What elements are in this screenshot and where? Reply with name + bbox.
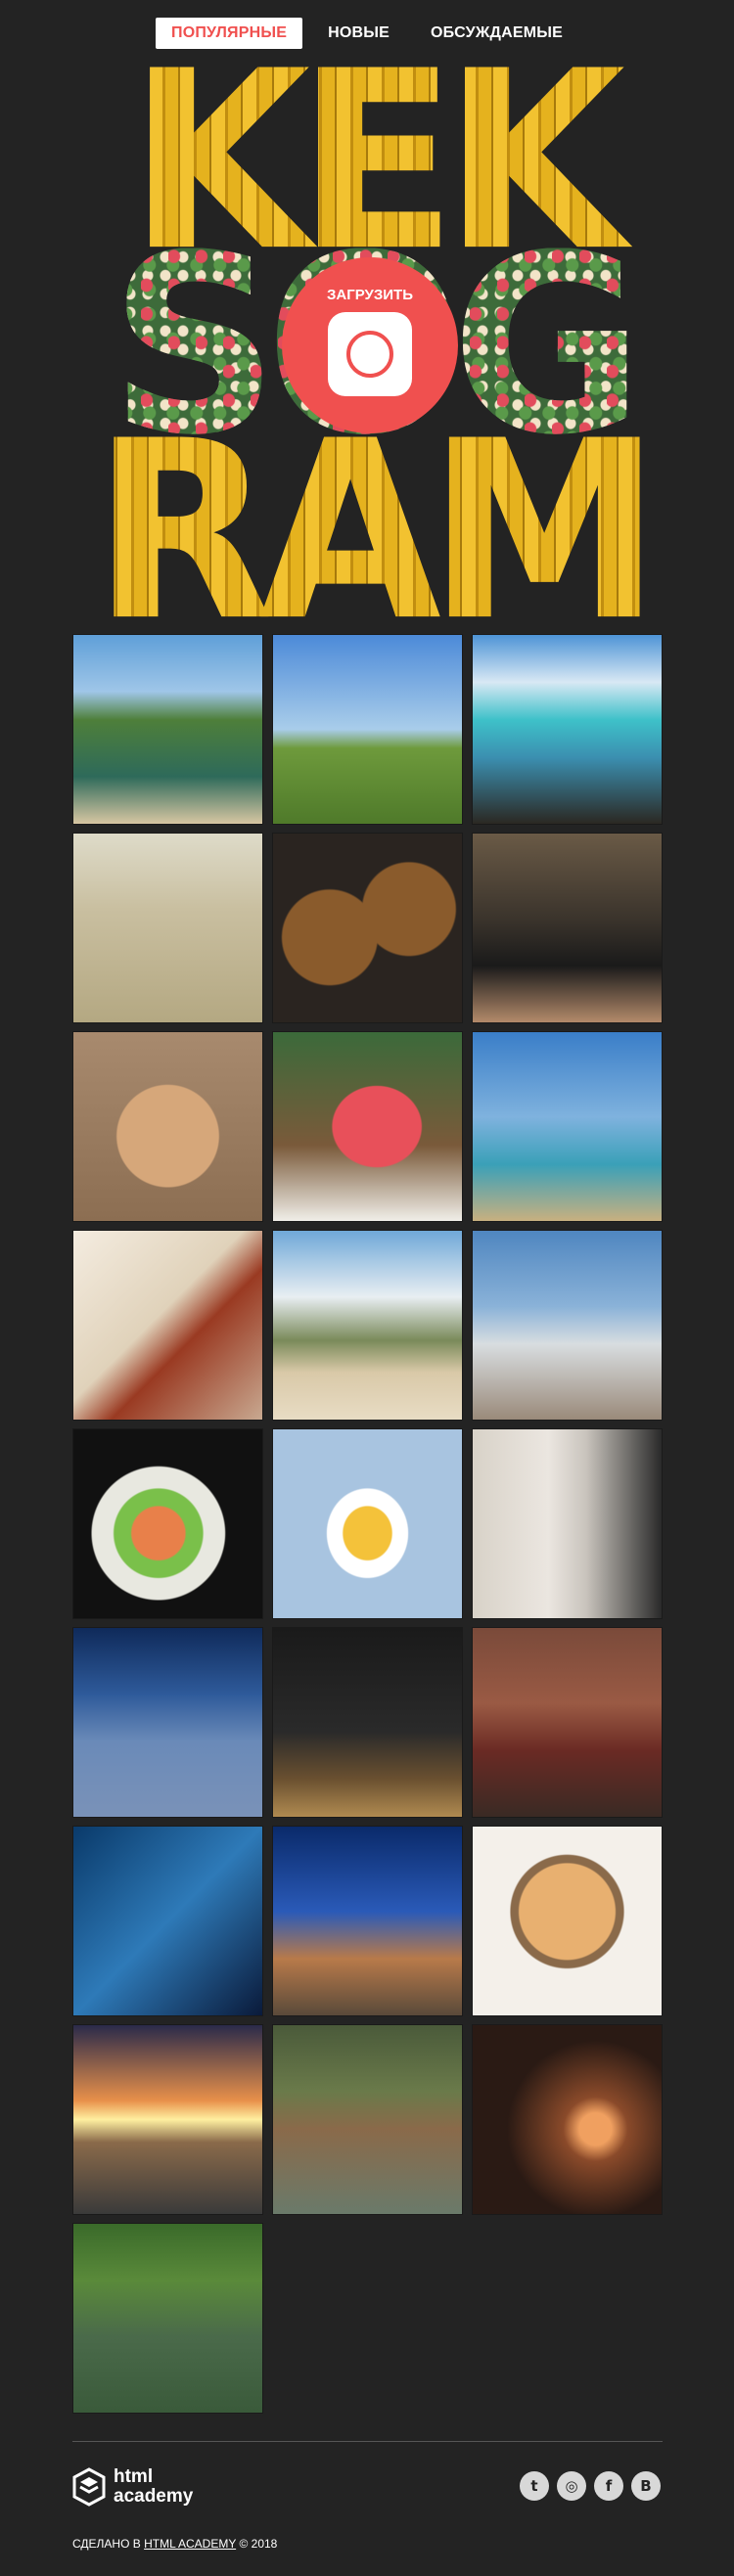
photo-sunset-sea[interactable] [72,2024,263,2215]
photo-girl-airplane[interactable] [472,1031,663,1222]
photo-dunes-path[interactable] [272,1230,463,1421]
camera-icon [328,312,412,396]
vk-icon[interactable]: B [631,2471,661,2501]
instagram-icon[interactable]: ◎ [557,2471,586,2501]
photo-sushi-cat[interactable] [272,1428,463,1619]
photo-robot-slippers[interactable] [472,1428,663,1619]
photo-girl-camera[interactable] [72,833,263,1023]
photo-lake-park[interactable] [72,634,263,825]
photo-palm-trees-night[interactable] [272,1826,463,2016]
copyright: Сделано в HTML Academy © 2018 [72,2537,277,2551]
filters-nav: Популярные Новые Обсуждаемые [0,18,734,49]
copyright-year: © 2018 [239,2537,278,2551]
logo-line-3: RAM [86,408,654,626]
filter-new[interactable]: Новые [312,18,405,49]
photo-grid [72,634,663,2414]
photo-choir-stage[interactable] [272,1627,463,1818]
photo-red-lowrider[interactable] [472,1627,663,1818]
photo-beach-sign[interactable] [272,634,463,825]
photo-clouds-from-plane[interactable] [72,1627,263,1818]
photo-snowmen-soup[interactable] [272,833,463,1023]
upload-label: Загрузить [327,287,413,303]
photo-red-drink[interactable] [272,1031,463,1222]
photo-blue-feet-light[interactable] [72,1826,263,2016]
photo-black-car[interactable] [472,833,663,1023]
photo-jeep-river[interactable] [72,2223,263,2414]
photo-crab-rock[interactable] [272,2024,463,2215]
photo-pasta-bowl[interactable] [472,1826,663,2016]
filter-discussed[interactable]: Обсуждаемые [415,18,578,49]
footer-divider [72,2441,663,2442]
social-links: t ◎ f B [520,2471,661,2501]
facebook-icon[interactable]: f [594,2471,623,2501]
html-academy-logo[interactable]: html academy [72,2467,193,2507]
photo-white-audi[interactable] [472,1230,663,1421]
photo-cutlery-drawer[interactable] [72,1230,263,1421]
upload-button[interactable]: Загрузить [282,257,458,433]
html-academy-link[interactable]: HTML Academy [144,2537,236,2551]
photo-salad-plate[interactable] [72,1428,263,1619]
filter-popular[interactable]: Популярные [156,18,303,49]
twitter-icon[interactable]: t [520,2471,549,2501]
photo-rocky-sea[interactable] [472,634,663,825]
logo-text: html academy [114,2466,194,2507]
photo-concert-crowd[interactable] [472,2024,663,2215]
photo-strawberry-plate[interactable] [72,1031,263,1222]
copyright-prefix: Сделано в [72,2537,141,2551]
html-academy-icon [72,2467,106,2507]
